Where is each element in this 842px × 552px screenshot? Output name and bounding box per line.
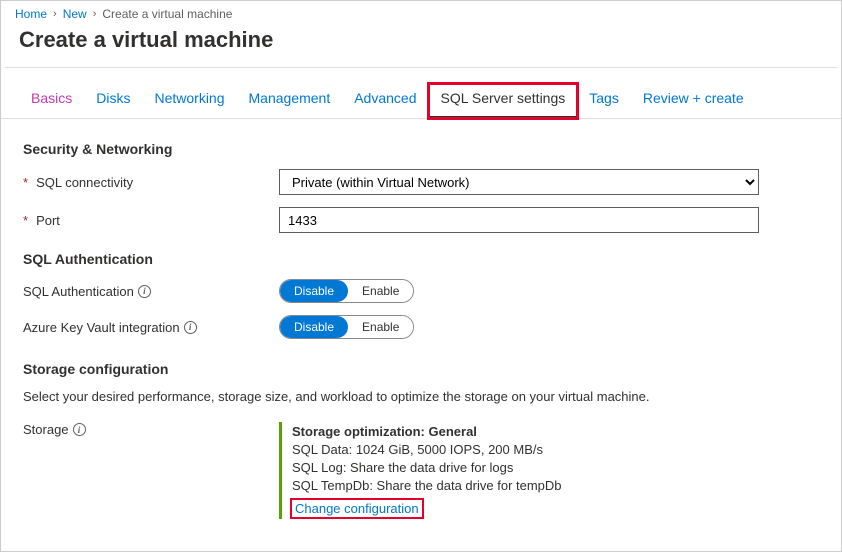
akv-toggle[interactable]: Disable Enable (279, 315, 414, 339)
port-input[interactable] (279, 207, 759, 233)
section-storage-configuration: Storage configuration (23, 361, 819, 377)
tab-disks[interactable]: Disks (84, 84, 142, 118)
breadcrumb-home[interactable]: Home (15, 7, 47, 21)
page-title: Create a virtual machine (1, 23, 841, 67)
change-configuration-link[interactable]: Change configuration (292, 500, 422, 517)
sql-connectivity-select[interactable]: Private (within Virtual Network) (279, 169, 759, 195)
storage-log-line: SQL Log: Share the data drive for logs (292, 459, 759, 477)
required-icon: * (23, 175, 28, 190)
tab-advanced[interactable]: Advanced (342, 84, 428, 118)
akv-enable[interactable]: Enable (348, 316, 413, 338)
sql-auth-disable[interactable]: Disable (280, 280, 348, 302)
info-icon[interactable]: i (184, 321, 197, 334)
tab-bar: Basics Disks Networking Management Advan… (1, 68, 841, 119)
sql-auth-toggle[interactable]: Disable Enable (279, 279, 414, 303)
storage-summary: Storage optimization: General SQL Data: … (279, 422, 759, 519)
breadcrumb: Home › New › Create a virtual machine (1, 1, 841, 23)
info-icon[interactable]: i (73, 423, 86, 436)
akv-disable[interactable]: Disable (280, 316, 348, 338)
tab-sql-server-settings[interactable]: SQL Server settings (429, 84, 578, 118)
storage-tempdb-line: SQL TempDb: Share the data drive for tem… (292, 477, 759, 495)
label-port: * Port (23, 213, 279, 228)
tab-tags[interactable]: Tags (577, 84, 631, 118)
label-sql-authentication: SQL Authentication i (23, 284, 279, 299)
required-icon: * (23, 213, 28, 228)
chevron-right-icon: › (93, 8, 97, 20)
label-akv-integration: Azure Key Vault integration i (23, 320, 279, 335)
sql-auth-enable[interactable]: Enable (348, 280, 413, 302)
info-icon[interactable]: i (138, 285, 151, 298)
storage-description: Select your desired performance, storage… (23, 389, 819, 404)
label-storage: Storage i (23, 422, 279, 437)
storage-optimization-head: Storage optimization: General (292, 424, 759, 439)
storage-data-line: SQL Data: 1024 GiB, 5000 IOPS, 200 MB/s (292, 441, 759, 459)
chevron-right-icon: › (53, 8, 57, 20)
tab-networking[interactable]: Networking (142, 84, 236, 118)
tab-basics[interactable]: Basics (19, 84, 84, 118)
breadcrumb-current: Create a virtual machine (102, 7, 232, 21)
section-security-networking: Security & Networking (23, 141, 819, 157)
section-sql-authentication: SQL Authentication (23, 251, 819, 267)
label-sql-connectivity: * SQL connectivity (23, 175, 279, 190)
tab-review-create[interactable]: Review + create (631, 84, 756, 118)
tab-management[interactable]: Management (237, 84, 343, 118)
breadcrumb-new[interactable]: New (63, 7, 87, 21)
